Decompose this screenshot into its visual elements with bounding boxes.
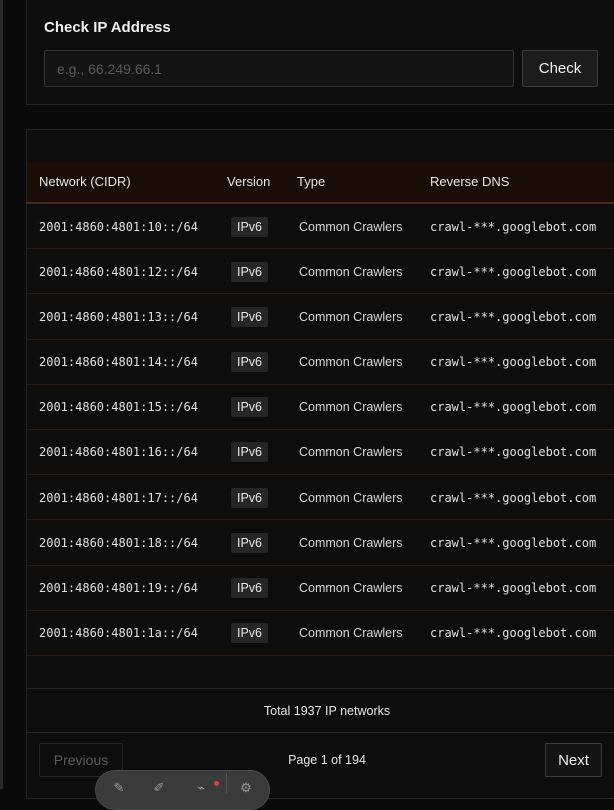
cell-reverse-dns: crawl-***.googlebot.com: [430, 535, 597, 550]
table-row[interactable]: 2001:4860:4801:17::/64 IPv6 Common Crawl…: [27, 475, 614, 521]
version-badge: IPv6: [231, 442, 269, 463]
cell-type: Common Crawlers: [299, 309, 403, 324]
version-badge: IPv6: [231, 532, 269, 553]
cell-network: 2001:4860:4801:13::/64: [39, 309, 198, 324]
check-ip-title: Check IP Address: [44, 19, 171, 36]
cell-type: Common Crawlers: [299, 264, 403, 279]
table-row[interactable]: 2001:4860:4801:15::/64 IPv6 Common Crawl…: [27, 385, 614, 430]
version-badge: IPv6: [231, 261, 269, 282]
cell-network: 2001:4860:4801:12::/64: [39, 264, 198, 279]
left-rail: [0, 0, 3, 789]
cell-reverse-dns: crawl-***.googlebot.com: [430, 264, 597, 279]
version-badge: IPv6: [231, 397, 269, 418]
cell-network: 2001:4860:4801:10::/64: [39, 219, 198, 234]
cell-reverse-dns: crawl-***.googlebot.com: [430, 445, 597, 460]
version-badge: IPv6: [231, 306, 269, 327]
cell-network: 2001:4860:4801:19::/64: [39, 581, 198, 595]
cell-type: Common Crawlers: [299, 581, 403, 595]
cell-type: Common Crawlers: [299, 535, 403, 550]
cell-type: Common Crawlers: [299, 355, 403, 370]
table-row[interactable]: 2001:4860:4801:14::/64 IPv6 Common Crawl…: [27, 340, 614, 385]
version-badge: IPv6: [231, 623, 269, 644]
cell-network: 2001:4860:4801:1a::/64: [39, 626, 198, 641]
cell-reverse-dns: crawl-***.googlebot.com: [430, 355, 597, 370]
column-header-type[interactable]: Type: [297, 162, 325, 202]
tag-icon[interactable]: ⌁: [194, 781, 208, 795]
cell-network: 2001:4860:4801:16::/64: [39, 445, 198, 460]
cell-type: Common Crawlers: [299, 490, 403, 505]
table-row[interactable]: 2001:4860:4801:10::/64 IPv6 Common Crawl…: [27, 204, 614, 250]
cell-reverse-dns: crawl-***.googlebot.com: [430, 400, 597, 415]
cell-network: 2001:4860:4801:17::/64: [39, 490, 198, 505]
cell-type: Common Crawlers: [299, 626, 403, 641]
cell-reverse-dns: crawl-***.googlebot.com: [430, 626, 597, 641]
table-body: 2001:4860:4801:10::/64 IPv6 Common Crawl…: [27, 204, 614, 656]
gear-icon[interactable]: ⚙: [239, 781, 253, 795]
cell-reverse-dns: crawl-***.googlebot.com: [430, 490, 597, 505]
brush-icon[interactable]: ✐: [152, 781, 166, 795]
column-header-reverse-dns[interactable]: Reverse DNS: [430, 162, 509, 202]
cell-type: Common Crawlers: [299, 219, 403, 234]
notification-dot: [214, 781, 219, 786]
table-row[interactable]: 2001:4860:4801:16::/64 IPv6 Common Crawl…: [27, 430, 614, 476]
version-badge: IPv6: [231, 352, 269, 373]
table-row[interactable]: 2001:4860:4801:12::/64 IPv6 Common Crawl…: [27, 249, 614, 295]
column-header-version[interactable]: Version: [227, 162, 270, 202]
cell-reverse-dns: crawl-***.googlebot.com: [430, 309, 597, 324]
table-row[interactable]: 2001:4860:4801:1a::/64 IPv6 Common Crawl…: [27, 611, 614, 656]
toolbar-divider: [226, 773, 227, 793]
cell-reverse-dns: crawl-***.googlebot.com: [430, 219, 597, 234]
check-ip-card: Check IP Address Check: [26, 0, 614, 105]
version-badge: IPv6: [231, 216, 269, 237]
version-badge: IPv6: [231, 487, 269, 508]
cell-network: 2001:4860:4801:15::/64: [39, 400, 198, 415]
cell-reverse-dns: crawl-***.googlebot.com: [430, 581, 597, 595]
check-button[interactable]: Check: [522, 50, 598, 87]
version-badge: IPv6: [231, 578, 269, 598]
column-header-network[interactable]: Network (CIDR): [39, 162, 131, 202]
cell-network: 2001:4860:4801:14::/64: [39, 355, 198, 370]
table-row[interactable]: 2001:4860:4801:18::/64 IPv6 Common Crawl…: [27, 520, 614, 566]
cell-type: Common Crawlers: [299, 445, 403, 460]
floating-toolbar: ✎ ✐ ⌁ ⚙: [95, 770, 270, 810]
table-header: Network (CIDR) Version Type Reverse DNS: [27, 162, 614, 204]
table-row[interactable]: 2001:4860:4801:19::/64 IPv6 Common Crawl…: [27, 566, 614, 611]
pen-icon[interactable]: ✎: [112, 781, 126, 795]
cell-network: 2001:4860:4801:18::/64: [39, 535, 198, 550]
next-page-button[interactable]: Next: [545, 743, 602, 777]
cell-type: Common Crawlers: [299, 400, 403, 415]
table-row[interactable]: 2001:4860:4801:13::/64 IPv6 Common Crawl…: [27, 294, 614, 340]
total-networks-text: Total 1937 IP networks: [27, 688, 614, 733]
ip-networks-table-card: Network (CIDR) Version Type Reverse DNS …: [26, 129, 614, 799]
ip-address-input[interactable]: [44, 50, 514, 87]
